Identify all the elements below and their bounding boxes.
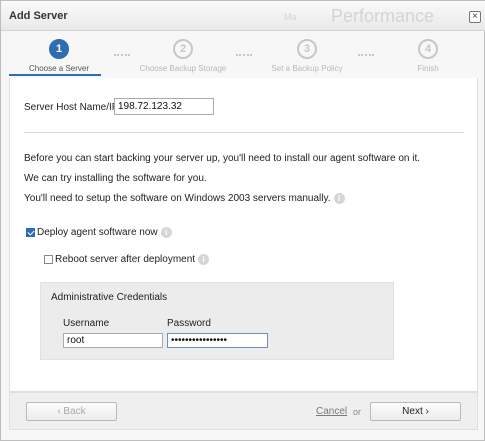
- username-label: Username: [63, 318, 110, 329]
- step-separator: [114, 54, 130, 56]
- cancel-link[interactable]: Cancel: [316, 406, 347, 417]
- info-icon[interactable]: i: [198, 254, 210, 265]
- deploy-agent-checkbox[interactable]: [26, 228, 35, 237]
- step-set-backup-policy: 3 Set a Backup Policy: [257, 39, 357, 73]
- reboot-server-checkbox[interactable]: [44, 255, 53, 264]
- step-separator: [236, 54, 252, 56]
- divider: [24, 132, 464, 133]
- back-button[interactable]: ‹ Back: [26, 402, 117, 421]
- background-text-fragment: Performance: [331, 6, 435, 26]
- info-icon[interactable]: i: [160, 227, 172, 238]
- username-input[interactable]: [63, 333, 163, 348]
- step-number-badge: 2: [173, 39, 193, 59]
- close-icon[interactable]: ×: [469, 11, 481, 23]
- dialog-title: Add Server: [9, 10, 68, 22]
- dialog-titlebar: Add Server Ma Performance ×: [1, 1, 485, 31]
- deploy-agent-option[interactable]: Deploy agent software now i: [26, 227, 172, 238]
- step-number-badge: 4: [418, 39, 438, 59]
- step-choose-backup-storage: 2 Choose Backup Storage: [133, 39, 233, 73]
- server-host-label: Server Host Name/IP: [24, 102, 119, 113]
- background-text-fragment: Ma: [284, 12, 297, 22]
- step-label: Choose Backup Storage: [139, 64, 227, 73]
- step-finish: 4 Finish: [378, 39, 478, 73]
- info-icon[interactable]: i: [333, 193, 345, 204]
- step-label: Finish: [417, 64, 439, 73]
- wizard-steps: 1 Choose a Server 2 Choose Backup Storag…: [1, 32, 485, 77]
- step-separator: [358, 54, 374, 56]
- server-host-input[interactable]: [114, 98, 214, 115]
- install-offer-text: We can try installing the software for y…: [24, 173, 207, 184]
- credentials-title: Administrative Credentials: [51, 292, 168, 303]
- reboot-server-option[interactable]: Reboot server after deployment i: [44, 254, 210, 265]
- step-label: Choose a Server: [28, 64, 90, 73]
- windows-2003-notice: You'll need to setup the software on Win…: [24, 193, 345, 204]
- next-button[interactable]: Next ›: [370, 402, 461, 421]
- step-label: Set a Backup Policy: [271, 64, 343, 73]
- password-input[interactable]: [167, 333, 268, 348]
- active-step-indicator: [9, 74, 101, 76]
- install-notice-text: Before you can start backing your server…: [24, 153, 421, 164]
- deploy-agent-label[interactable]: Deploy agent software now: [37, 227, 158, 238]
- step-number-badge: 3: [297, 39, 317, 59]
- password-label: Password: [167, 318, 211, 329]
- or-text: or: [353, 407, 362, 417]
- step-number-badge: 1: [49, 39, 69, 59]
- step-choose-server: 1 Choose a Server: [9, 39, 109, 73]
- add-server-dialog: Add Server Ma Performance × 1 Choose a S…: [0, 0, 485, 441]
- reboot-server-label[interactable]: Reboot server after deployment: [55, 254, 195, 265]
- windows-2003-notice-text: You'll need to setup the software on Win…: [24, 193, 331, 205]
